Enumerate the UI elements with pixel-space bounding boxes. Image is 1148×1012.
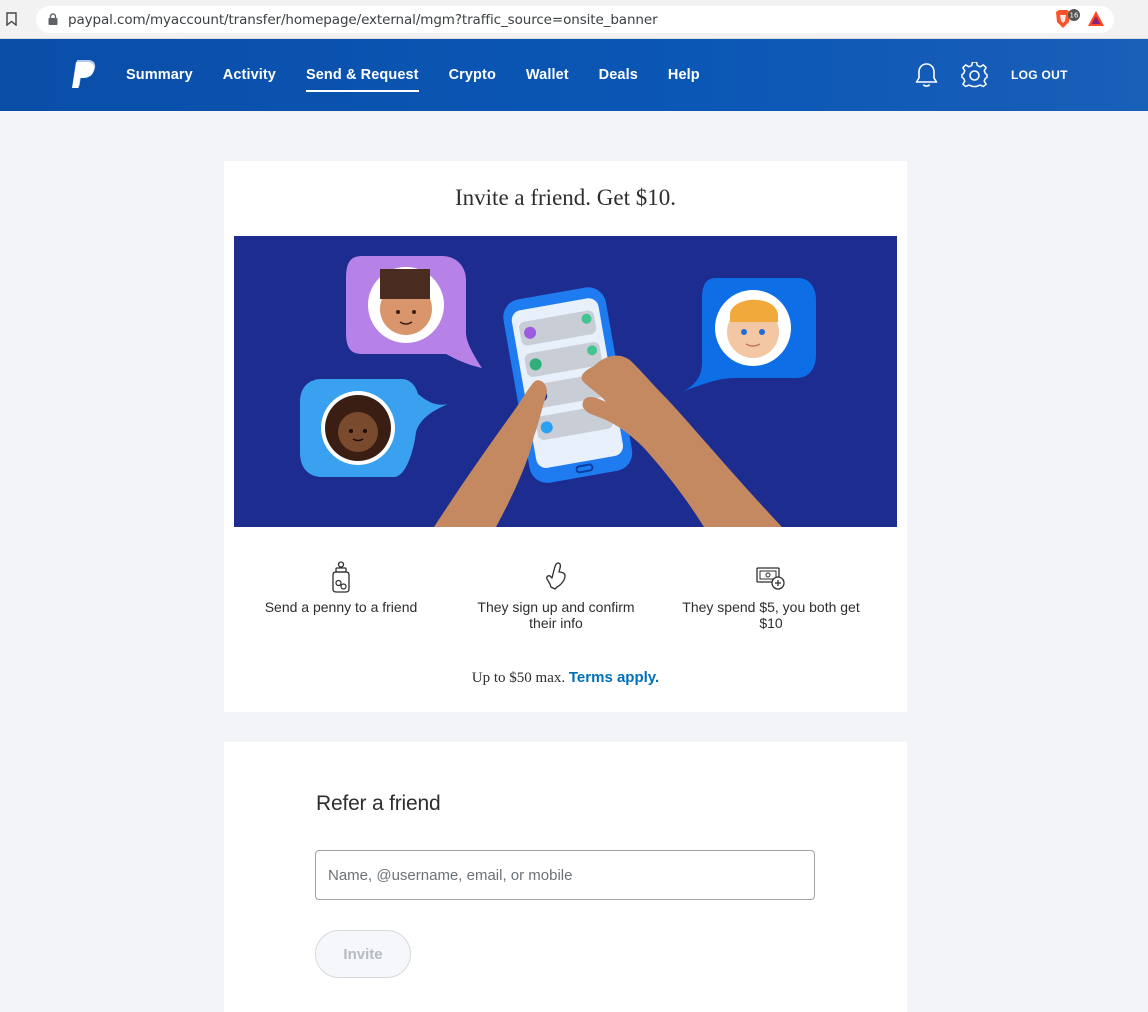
refer-title: Refer a friend [316, 792, 441, 815]
step-spend: They spend $5, you both get $10 [681, 561, 861, 631]
terms-prefix: Up to $50 max. [471, 670, 566, 686]
browser-toolbar: paypal.com/myaccount/transfer/homepage/e… [0, 0, 1148, 39]
terms-apply-link[interactable]: Terms apply. [569, 669, 659, 686]
main-nav: Summary Activity Send & Request Crypto W… [126, 39, 730, 111]
refer-recipient-input[interactable] [315, 850, 815, 900]
terms-line: Up to $50 max. Terms apply. [224, 669, 907, 687]
nav-activity[interactable]: Activity [223, 39, 276, 111]
invite-hero-illustration [234, 236, 897, 527]
brave-badge-count: 16 [1070, 12, 1079, 20]
lock-icon [48, 13, 58, 25]
bat-rewards-icon[interactable] [1087, 10, 1105, 28]
nav-send-request[interactable]: Send & Request [305, 39, 419, 111]
nav-wallet[interactable]: Wallet [526, 39, 569, 111]
cash-plus-icon [756, 567, 785, 590]
step-3-text: They spend $5, you both get $10 [682, 599, 860, 631]
nav-crypto[interactable]: Crypto [449, 39, 496, 111]
paypal-logo-icon[interactable] [71, 59, 97, 89]
address-bar[interactable]: paypal.com/myaccount/transfer/homepage/e… [36, 6, 1114, 33]
bookmark-icon[interactable] [6, 12, 17, 26]
nav-deals[interactable]: Deals [599, 39, 638, 111]
jar-icon [332, 561, 350, 593]
gear-icon[interactable] [961, 62, 988, 89]
step-send-penny: Send a penny to a friend [251, 561, 431, 615]
paypal-header: Summary Activity Send & Request Crypto W… [0, 39, 1148, 111]
logout-link[interactable]: LOG OUT [1011, 68, 1068, 82]
refer-card: Refer a friend Invite [224, 742, 907, 1012]
invite-title: Invite a friend. Get $10. [455, 185, 676, 210]
brave-shield-icon[interactable]: 16 [1054, 9, 1080, 29]
nav-summary[interactable]: Summary [126, 39, 193, 111]
bell-icon[interactable] [914, 62, 939, 88]
invite-card: Invite a friend. Get $10. Send a penny t… [224, 161, 907, 712]
purple-chat-bubble [346, 256, 482, 368]
invite-steps: Send a penny to a friend They sign up an… [224, 561, 907, 641]
step-2-text: They sign up and confirm their info [477, 599, 635, 631]
step-1-text: Send a penny to a friend [264, 599, 418, 615]
invite-button[interactable]: Invite [315, 930, 411, 978]
url-text: paypal.com/myaccount/transfer/homepage/e… [68, 12, 658, 28]
blue-chat-bubble-left [300, 379, 448, 477]
hand-icon [546, 562, 566, 590]
step-sign-up: They sign up and confirm their info [466, 561, 646, 631]
blue-chat-bubble-right [682, 278, 816, 392]
nav-help[interactable]: Help [668, 39, 700, 111]
